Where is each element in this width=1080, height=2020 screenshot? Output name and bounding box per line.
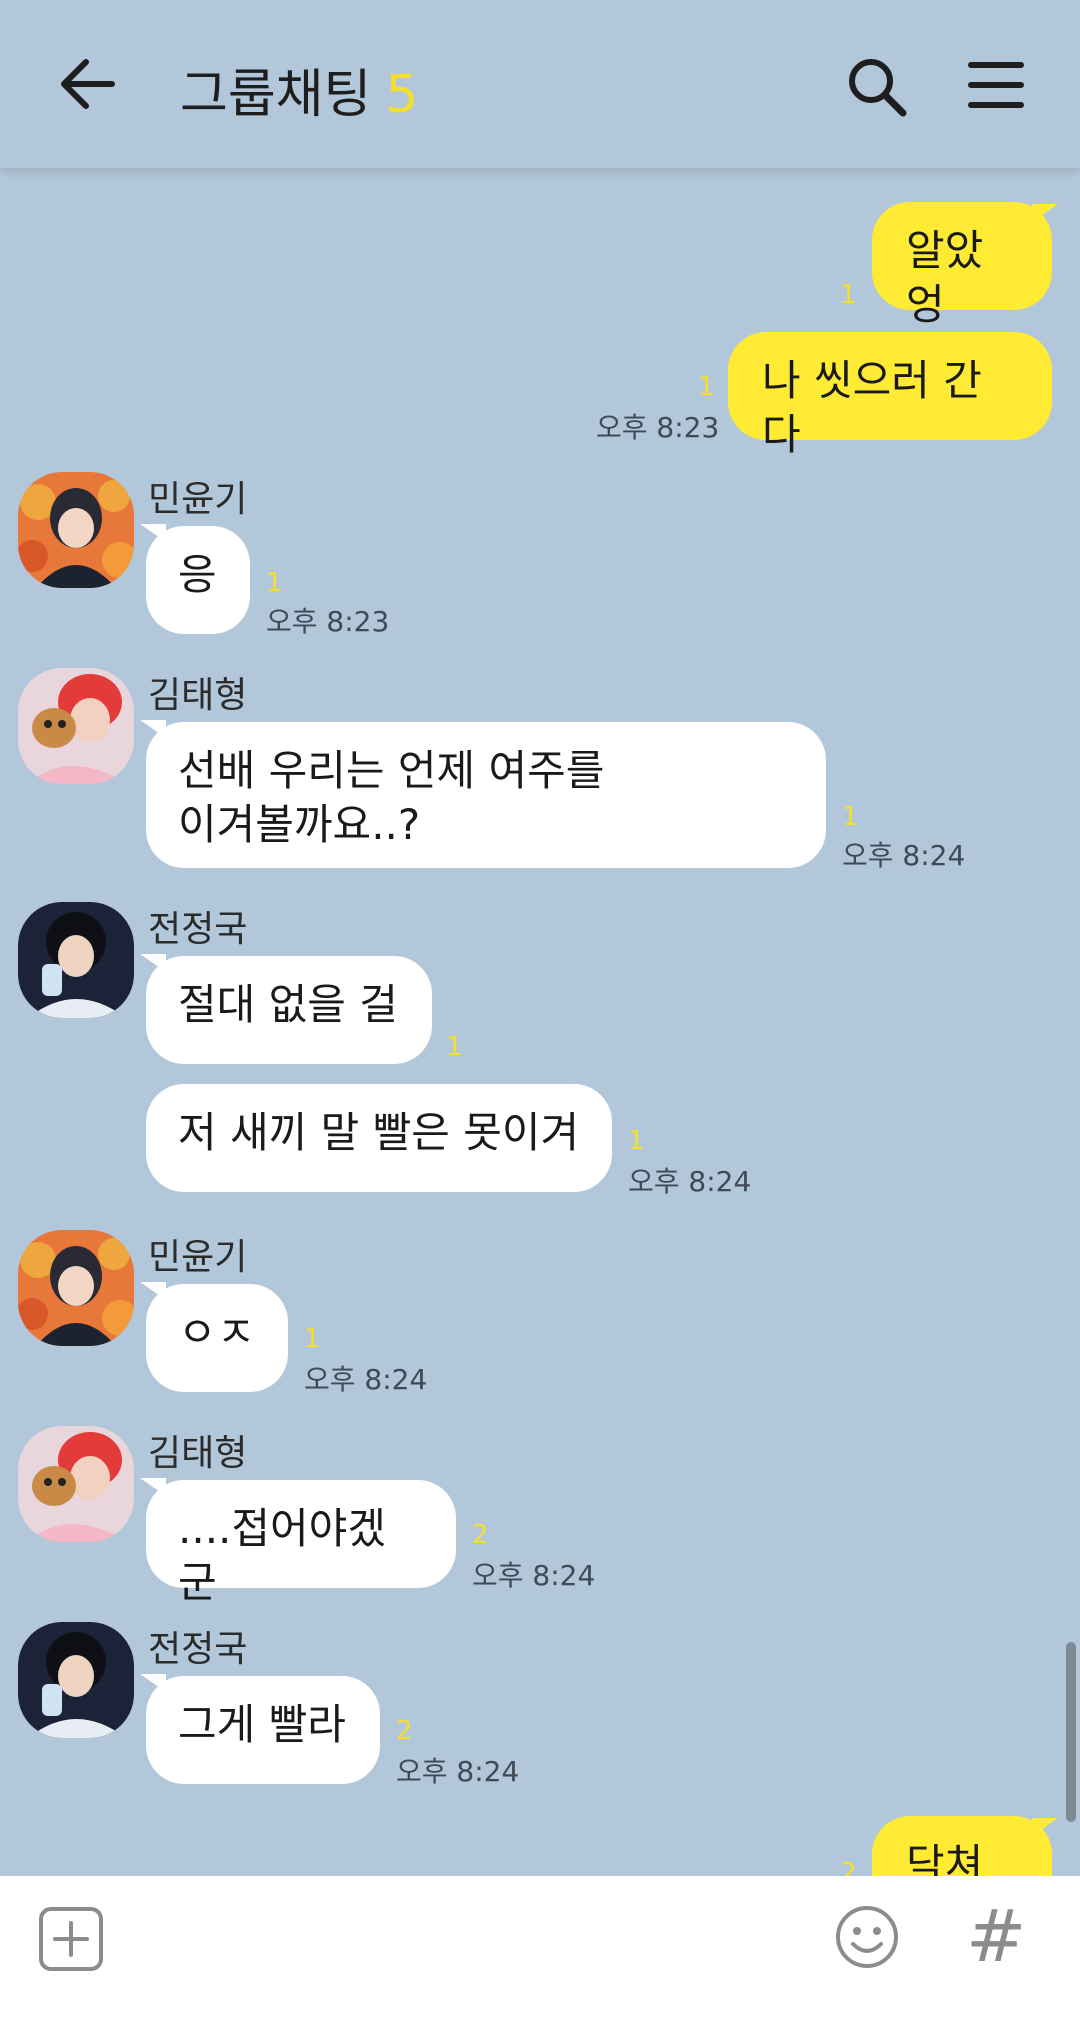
unread-count: 1: [266, 568, 283, 598]
sender-name: 김태형: [148, 675, 248, 716]
message-text: 그게 빨라: [178, 1700, 346, 1749]
emoji-button[interactable]: [834, 1904, 900, 1970]
message-time: 오후 8:24: [472, 1559, 596, 1592]
profile-photo-icon: [18, 1230, 134, 1346]
message-time: 오후 8:23: [266, 605, 390, 638]
sender-name: 전정국: [148, 909, 248, 950]
plus-square-icon: [39, 1907, 103, 1971]
sender-name: 민윤기: [148, 479, 248, 520]
profile-photo-icon: [18, 902, 134, 1018]
search-icon: [849, 59, 907, 117]
message-bubble[interactable]: 선배 우리는 언제 여주를 이겨볼까요..?: [146, 722, 826, 868]
unread-count: 1: [304, 1324, 321, 1354]
chat-header: 그룹채팅 5: [0, 0, 1080, 168]
attach-button[interactable]: [38, 1906, 104, 1972]
avatar[interactable]: [18, 668, 134, 784]
message-time: 오후 8:24: [396, 1755, 520, 1788]
unread-count: 1: [698, 372, 715, 402]
message-bubble[interactable]: ....접어야겠군: [146, 1480, 456, 1607]
message-bubble[interactable]: 저 새끼 말 빨은 못이겨: [146, 1084, 612, 1192]
message-text: 닥쳐라: [906, 1840, 984, 1876]
avatar[interactable]: [18, 902, 134, 1018]
message-bubble[interactable]: ㅇㅈ: [146, 1284, 288, 1392]
smiley-icon: [836, 1906, 898, 1968]
avatar[interactable]: [18, 1426, 134, 1542]
sender-name: 전정국: [148, 1629, 248, 1670]
message-bubble-mine[interactable]: 나 씻으러 간다: [728, 332, 1052, 459]
hashtag-label: #: [966, 1894, 1027, 1978]
chat-title: 그룹채팅 5: [180, 52, 418, 127]
message-list[interactable]: 알았엉 1 나 씻으러 간다 1 오후 8:23 민윤기 응 1 오후 8:23: [0, 168, 1080, 1876]
input-bar: #: [0, 1876, 1080, 2020]
message-text: ㅇㅈ: [178, 1308, 256, 1357]
unread-count: 2: [840, 1858, 857, 1876]
unread-count: 2: [396, 1716, 413, 1746]
message-text: 알았엉: [906, 226, 984, 329]
message-text: ....접어야겠군: [178, 1504, 386, 1607]
unread-count: 1: [842, 802, 859, 832]
sender-name: 민윤기: [148, 1237, 248, 1278]
search-button[interactable]: [846, 56, 908, 118]
message-bubble-mine[interactable]: 알았엉: [872, 202, 1052, 329]
message-text-line: 선배 우리는 언제 여주를: [178, 746, 605, 795]
message-time: 오후 8:24: [304, 1363, 428, 1396]
message-text-line: 이겨볼까요..?: [178, 800, 421, 849]
scrollbar[interactable]: [1066, 1642, 1076, 1822]
back-button[interactable]: [56, 56, 118, 112]
unread-count: 2: [472, 1520, 489, 1550]
message-time: 오후 8:24: [842, 839, 966, 872]
message-time: 오후 8:23: [596, 411, 720, 444]
message-text: 나 씻으러 간다: [762, 356, 982, 459]
avatar[interactable]: [18, 1230, 134, 1346]
unread-count: 1: [840, 280, 857, 310]
message-bubble-mine[interactable]: 닥쳐라: [872, 1816, 1052, 1876]
profile-photo-icon: [18, 1622, 134, 1738]
back-arrow-icon: [61, 59, 115, 109]
message-time: 오후 8:24: [628, 1165, 752, 1198]
message-bubble[interactable]: 절대 없을 걸: [146, 956, 432, 1064]
profile-photo-icon: [18, 1426, 134, 1542]
profile-photo-icon: [18, 668, 134, 784]
bubble-tail: [1032, 204, 1058, 222]
message-text: 응: [178, 550, 217, 599]
chat-title-text: 그룹채팅: [180, 65, 372, 125]
profile-photo-icon: [18, 472, 134, 588]
bubble-tail: [1032, 1818, 1058, 1836]
hamburger-menu-icon: [968, 62, 1024, 108]
message-text: 저 새끼 말 빨은 못이겨: [178, 1108, 580, 1157]
menu-button[interactable]: [968, 60, 1024, 110]
unread-count: 1: [628, 1126, 645, 1156]
message-bubble[interactable]: 응: [146, 526, 250, 634]
message-text: 절대 없을 걸: [178, 980, 398, 1029]
sender-name: 김태형: [148, 1433, 248, 1474]
message-bubble[interactable]: 그게 빨라: [146, 1676, 380, 1784]
member-count: 5: [385, 65, 419, 125]
hashtag-button[interactable]: #: [966, 1896, 1036, 1976]
avatar[interactable]: [18, 472, 134, 588]
avatar[interactable]: [18, 1622, 134, 1738]
unread-count: 1: [446, 1032, 463, 1062]
